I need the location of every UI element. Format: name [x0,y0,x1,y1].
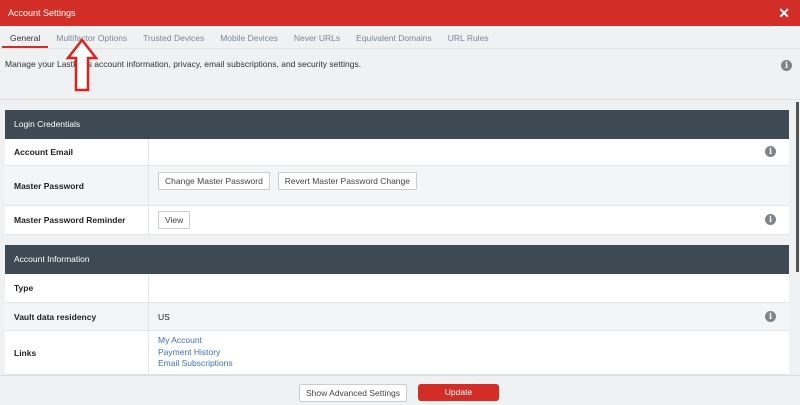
show-advanced-settings-button[interactable]: Show Advanced Settings [299,384,408,402]
close-icon[interactable]: ✕ [778,5,790,22]
vault-residency-row: Vault data residency US i [5,303,789,331]
tab-bar: General Multifactor Options Trusted Devi… [0,26,800,49]
tab-mobile-devices[interactable]: Mobile Devices [212,26,286,48]
tab-equivalent-domains[interactable]: Equivalent Domains [348,26,440,48]
type-row: Type [5,274,789,303]
email-subscriptions-link[interactable]: Email Subscriptions [158,358,789,370]
login-credentials-section: Login Credentials Account Email i Master… [5,110,789,235]
row-label: Master Password [5,166,149,205]
master-password-row: Master Password Change Master Password R… [5,166,789,206]
row-label: Type [5,274,149,302]
section-header: Account Information [5,245,789,274]
update-button[interactable]: Update [418,384,499,401]
row-label: Vault data residency [5,303,149,330]
links-row: Links My Account Payment History Email S… [5,331,789,375]
revert-master-password-button[interactable]: Revert Master Password Change [277,172,417,190]
row-label: Links [5,331,149,374]
view-reminder-button[interactable]: View [158,211,191,229]
info-icon[interactable]: i [781,60,792,71]
master-password-reminder-row: Master Password Reminder View i [5,206,789,235]
info-icon[interactable]: i [765,310,776,322]
change-master-password-button[interactable]: Change Master Password [158,172,270,190]
annotation-arrow-icon [66,38,98,92]
payment-history-link[interactable]: Payment History [158,347,789,359]
settings-scroll-area: Login Credentials Account Email i Master… [0,99,800,375]
info-icon[interactable]: i [765,146,776,157]
page-description: Manage your LastPass account information… [5,59,362,69]
info-icon[interactable]: i [765,214,776,225]
tab-general[interactable]: General [2,26,49,48]
title-bar: Account Settings ✕ [0,0,800,26]
tab-never-urls[interactable]: Never URLs [286,26,348,48]
my-account-link[interactable]: My Account [158,335,789,347]
row-label: Account Email [5,139,149,165]
tab-url-rules[interactable]: URL Rules [440,26,497,48]
footer-bar: Show Advanced Settings Update [0,375,800,405]
account-email-row: Account Email i [5,139,789,166]
scrollbar[interactable] [796,102,799,272]
residency-value: US [158,311,170,322]
window-title: Account Settings [8,8,76,18]
account-information-section: Account Information Type Vault data resi… [5,245,789,375]
row-label: Master Password Reminder [5,206,149,234]
tab-trusted-devices[interactable]: Trusted Devices [135,26,212,48]
section-header: Login Credentials [5,110,789,139]
